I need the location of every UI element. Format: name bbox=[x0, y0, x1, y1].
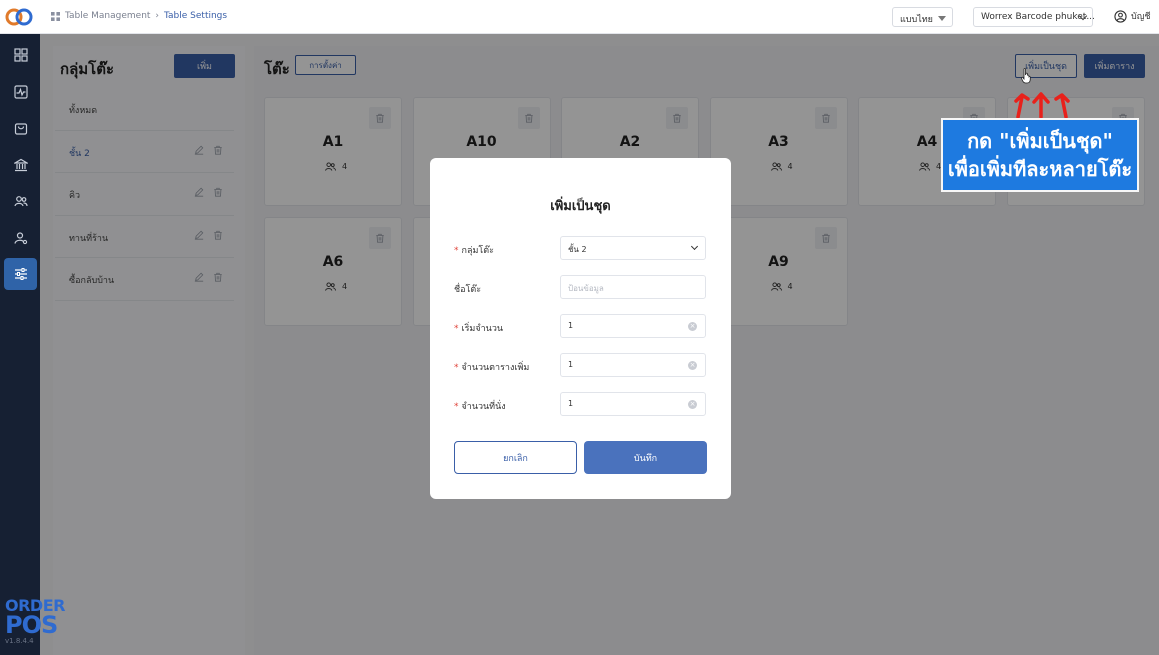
users-icon bbox=[13, 196, 28, 207]
grid-icon bbox=[51, 11, 60, 21]
group-field-label: * กลุ่มโต๊ะ bbox=[454, 246, 494, 256]
sidebar-item-table-settings[interactable] bbox=[4, 258, 37, 290]
store-value: Worrex Barcode phuket... bbox=[981, 12, 1095, 22]
seats-field-label: * จำนวนที่นั่ง bbox=[454, 402, 506, 412]
clear-icon[interactable]: × bbox=[688, 361, 697, 370]
prefix-field-label: ชื่อโต๊ะ bbox=[454, 285, 482, 295]
table-count-input[interactable]: 1 × bbox=[560, 353, 706, 377]
language-value: แบบไทย bbox=[900, 15, 933, 25]
count-field-label: * จำนวนตารางเพิ่ม bbox=[454, 363, 530, 373]
tutorial-callout: กด "เพิ่มเป็นชุด" เพื่อเพิ่มทีละหลายโต๊ะ bbox=[941, 118, 1139, 192]
brand-pos-text: POS bbox=[5, 611, 58, 639]
store-select[interactable]: Worrex Barcode phuket... bbox=[973, 7, 1095, 27]
account-label: บัญชี bbox=[1131, 12, 1151, 22]
group-select-value: ชั้น 2 bbox=[568, 245, 587, 254]
sidebar-item-finance[interactable] bbox=[4, 149, 37, 181]
start-field-label: * เริ่มจำนวน bbox=[454, 324, 504, 334]
sidebar bbox=[0, 34, 40, 655]
cancel-button[interactable]: ยกเลิก bbox=[454, 441, 577, 474]
user-circle-icon bbox=[1114, 9, 1127, 23]
seats-value: 1 bbox=[568, 399, 574, 408]
caret-down-icon bbox=[938, 16, 946, 21]
callout-line-1: กด "เพิ่มเป็นชุด" bbox=[967, 129, 1113, 153]
chevron-down-icon bbox=[690, 242, 699, 251]
start-number-value: 1 bbox=[568, 321, 574, 330]
breadcrumb-item-table-settings: Table Settings bbox=[164, 11, 228, 21]
table-count-value: 1 bbox=[568, 360, 574, 369]
sidebar-item-activity[interactable] bbox=[4, 76, 37, 108]
sidebar-item-orders[interactable] bbox=[4, 112, 37, 144]
pointer-cursor-icon bbox=[1021, 68, 1031, 84]
sidebar-item-customers[interactable] bbox=[4, 185, 37, 217]
sidebar-item-staff[interactable] bbox=[4, 222, 37, 254]
clear-icon[interactable]: × bbox=[688, 322, 697, 331]
top-bar: Table Management › Table Settings แบบไทย… bbox=[0, 0, 1159, 34]
app-logo-icon[interactable] bbox=[5, 6, 33, 28]
account-menu[interactable]: บัญชี bbox=[1114, 9, 1151, 23]
sidebar-item-dashboard[interactable] bbox=[4, 39, 37, 71]
breadcrumb-item-table-management[interactable]: Table Management bbox=[65, 11, 150, 21]
add-batch-dialog: เพิ่มเป็นชุด * กลุ่มโต๊ะ ชั้น 2 ชื่อโต๊ะ … bbox=[430, 158, 731, 499]
red-arrows-icon bbox=[1014, 92, 1070, 119]
pulse-icon bbox=[13, 85, 28, 99]
sliders-icon bbox=[14, 268, 27, 280]
clear-icon[interactable]: × bbox=[688, 400, 697, 409]
start-number-input[interactable]: 1 × bbox=[560, 314, 706, 338]
dashboard-icon bbox=[13, 48, 28, 62]
prefix-placeholder: ป้อนข้อมูล bbox=[568, 284, 604, 293]
language-select[interactable]: แบบไทย bbox=[892, 7, 953, 27]
save-button[interactable]: บันทึก bbox=[584, 441, 707, 474]
breadcrumb: Table Management › Table Settings bbox=[51, 11, 227, 21]
bank-icon bbox=[13, 158, 28, 172]
group-select[interactable]: ชั้น 2 bbox=[560, 236, 706, 260]
dialog-title: เพิ่มเป็นชุด bbox=[550, 199, 611, 214]
seats-input[interactable]: 1 × bbox=[560, 392, 706, 416]
user-settings-icon bbox=[13, 232, 27, 245]
breadcrumb-separator-icon: › bbox=[155, 11, 160, 21]
prefix-input[interactable]: ป้อนข้อมูล bbox=[560, 275, 706, 299]
callout-line-2: เพื่อเพิ่มทีละหลายโต๊ะ bbox=[947, 157, 1133, 181]
brand-logo: ORDER POS v1.8.4.4 bbox=[5, 598, 71, 646]
bag-icon bbox=[14, 123, 27, 135]
